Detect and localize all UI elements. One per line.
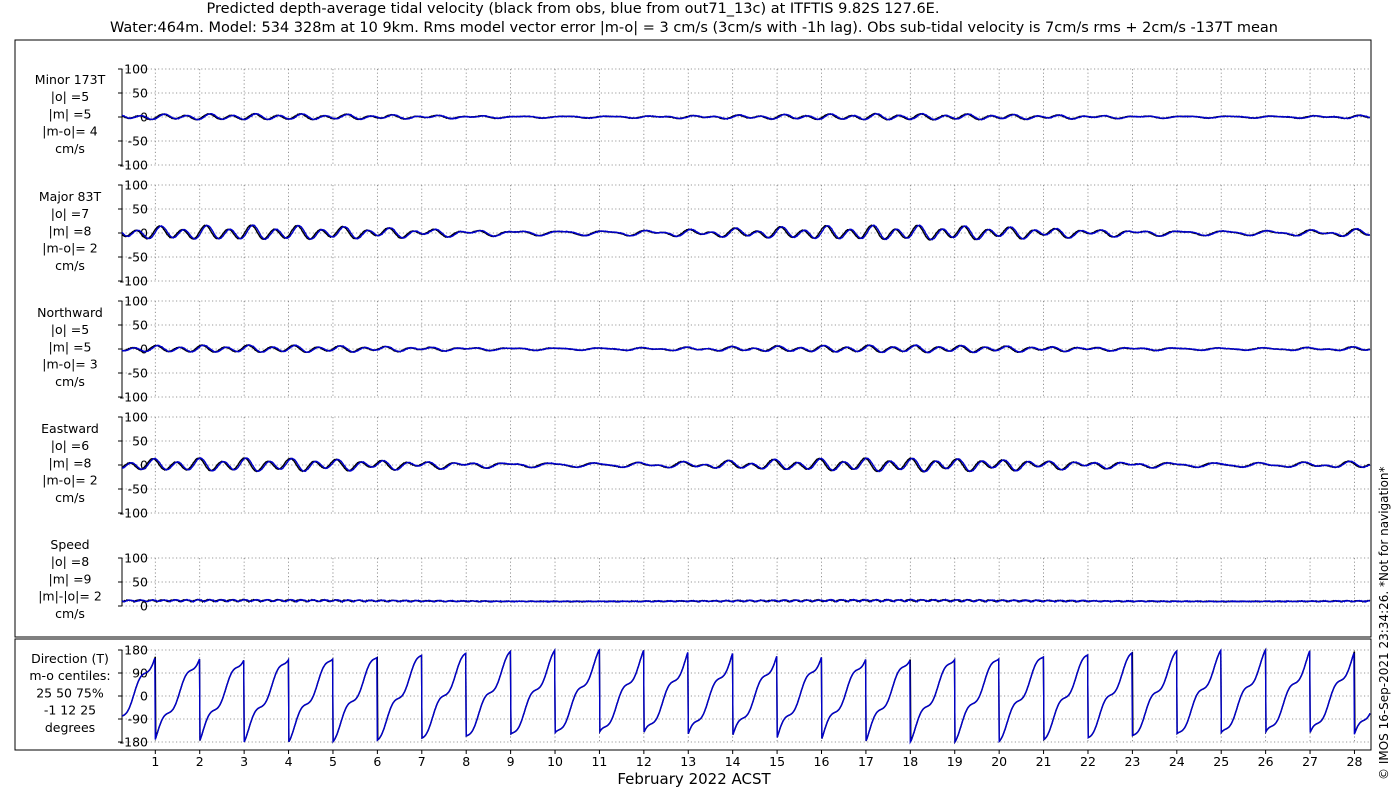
northward-ytick-label-2: 0 xyxy=(140,342,148,357)
major-label-line-0: Major 83T xyxy=(39,189,102,204)
eastward-label-line-3: |m-o|= 2 xyxy=(42,473,97,488)
direction-ytick-label-1: -90 xyxy=(128,712,148,727)
northward-ytick-label-3: 50 xyxy=(132,318,148,333)
northward-label-line-2: |m| =5 xyxy=(49,339,92,354)
eastward-label-line-4: cm/s xyxy=(55,490,85,505)
x-tick-label-23: 24 xyxy=(1169,754,1185,769)
major-label-line-2: |m| =8 xyxy=(49,223,92,238)
northward-label-line-3: |m-o|= 3 xyxy=(42,357,97,372)
northward-ytick-label-0: -100 xyxy=(120,390,148,405)
eastward-label-line-2: |m| =8 xyxy=(49,455,92,470)
direction-label-line-2: 25 50 75% xyxy=(36,685,104,700)
x-tick-label-11: 12 xyxy=(636,754,652,769)
x-tick-label-26: 27 xyxy=(1302,754,1318,769)
minor-label-line-1: |o| =5 xyxy=(51,89,89,104)
x-tick-label-20: 21 xyxy=(1036,754,1052,769)
x-tick-label-5: 6 xyxy=(373,754,381,769)
direction-ytick-label-0: -180 xyxy=(120,735,148,750)
northward-ytick-label-1: -50 xyxy=(128,366,148,381)
speed-label-line-4: cm/s xyxy=(55,606,85,621)
x-tick-label-4: 5 xyxy=(329,754,337,769)
x-tick-label-12: 13 xyxy=(680,754,696,769)
major-label-line-1: |o| =7 xyxy=(51,206,89,221)
x-tick-label-18: 19 xyxy=(947,754,963,769)
speed-label-line-2: |m| =9 xyxy=(49,571,92,586)
minor-ytick-label-0: -100 xyxy=(120,158,148,173)
x-tick-label-25: 26 xyxy=(1258,754,1274,769)
x-tick-label-24: 25 xyxy=(1213,754,1229,769)
minor-ytick-label-4: 100 xyxy=(124,62,148,77)
x-tick-label-0: 1 xyxy=(151,754,159,769)
eastward-ytick-label-1: -50 xyxy=(128,482,148,497)
eastward-label-line-0: Eastward xyxy=(41,421,99,436)
major-ytick-label-3: 50 xyxy=(132,202,148,217)
minor-label-line-3: |m-o|= 4 xyxy=(42,124,97,139)
x-axis-label: February 2022 ACST xyxy=(617,770,771,788)
minor-label-line-4: cm/s xyxy=(55,141,85,156)
direction-ytick-label-2: 0 xyxy=(140,689,148,704)
x-tick-label-27: 28 xyxy=(1347,754,1363,769)
northward-label-line-4: cm/s xyxy=(55,374,85,389)
eastward-label-line-1: |o| =6 xyxy=(51,438,90,453)
minor-label-line-0: Minor 173T xyxy=(35,72,106,87)
x-tick-label-9: 10 xyxy=(547,754,563,769)
minor-ytick-label-3: 50 xyxy=(132,86,148,101)
speed-ytick-label-2: 100 xyxy=(124,551,148,566)
tidal-velocity-figure: Predicted depth-average tidal velocity (… xyxy=(0,0,1400,800)
eastward-ytick-label-4: 100 xyxy=(124,410,148,425)
northward-ytick-label-4: 100 xyxy=(124,294,148,309)
x-tick-label-21: 22 xyxy=(1080,754,1096,769)
major-ytick-label-4: 100 xyxy=(124,178,148,193)
speed-label-line-0: Speed xyxy=(50,537,89,552)
figure-title-line1: Predicted depth-average tidal velocity (… xyxy=(207,1,940,17)
x-tick-label-22: 23 xyxy=(1124,754,1140,769)
x-tick-label-1: 2 xyxy=(196,754,204,769)
major-ytick-label-1: -50 xyxy=(128,250,148,265)
eastward-ytick-label-0: -100 xyxy=(120,506,148,521)
x-tick-label-7: 8 xyxy=(462,754,470,769)
x-tick-label-13: 14 xyxy=(725,754,741,769)
x-tick-label-17: 18 xyxy=(902,754,918,769)
direction-label-line-4: degrees xyxy=(45,720,95,735)
x-tick-label-2: 3 xyxy=(240,754,248,769)
copyright-credit: © IMOS 16-Sep-2021 23:34:26. *Not for na… xyxy=(1377,466,1391,780)
x-tick-label-14: 15 xyxy=(769,754,785,769)
x-tick-label-6: 7 xyxy=(418,754,426,769)
eastward-ytick-label-3: 50 xyxy=(132,434,148,449)
northward-label-line-0: Northward xyxy=(37,305,103,320)
direction-ytick-label-4: 180 xyxy=(124,643,148,658)
direction-label-line-1: m-o centiles: xyxy=(29,668,110,683)
minor-ytick-label-1: -50 xyxy=(128,134,148,149)
x-tick-label-10: 11 xyxy=(591,754,607,769)
major-label-line-4: cm/s xyxy=(55,258,85,273)
minor-label-line-2: |m| =5 xyxy=(49,106,92,121)
x-tick-label-15: 16 xyxy=(814,754,830,769)
speed-label-line-3: |m|-|o|= 2 xyxy=(38,589,102,604)
northward-label-line-1: |o| =5 xyxy=(51,322,89,337)
x-tick-label-16: 17 xyxy=(858,754,874,769)
major-label-line-3: |m-o|= 2 xyxy=(42,241,97,256)
x-tick-label-8: 9 xyxy=(507,754,515,769)
speed-label-line-1: |o| =8 xyxy=(51,554,90,569)
major-ytick-label-0: -100 xyxy=(120,274,148,289)
direction-label-line-0: Direction (T) xyxy=(31,651,109,666)
figure-title-line2: Water:464m. Model: 534 328m at 10 9km. R… xyxy=(110,20,1278,36)
direction-label-line-3: -1 12 25 xyxy=(44,703,96,718)
x-tick-label-19: 20 xyxy=(991,754,1007,769)
x-tick-label-3: 4 xyxy=(285,754,293,769)
speed-ytick-label-1: 50 xyxy=(132,575,148,590)
